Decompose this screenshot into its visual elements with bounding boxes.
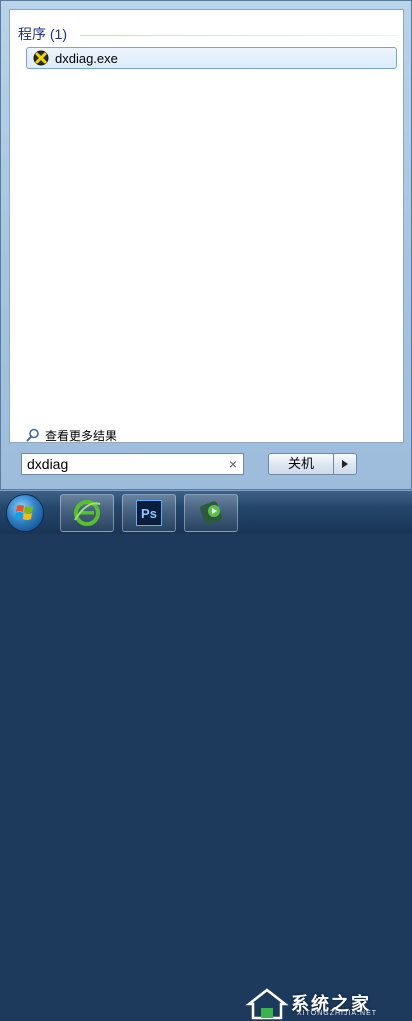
search-input[interactable]: [27, 456, 217, 472]
internet-explorer-icon: [74, 500, 101, 526]
photoshop-icon-text: Ps: [141, 505, 157, 521]
taskbar-ie-button[interactable]: [60, 494, 114, 532]
directx-icon: [33, 50, 49, 66]
taskbar-photoshop-button[interactable]: Ps: [122, 494, 176, 532]
photoshop-icon: Ps: [136, 500, 162, 526]
group-header-label: 程序 (1): [18, 26, 67, 42]
group-header-divider: [80, 35, 398, 36]
taskbar-app-button[interactable]: [184, 494, 238, 532]
result-item-dxdiag[interactable]: dxdiag.exe: [26, 47, 397, 69]
taskbar: Ps 系统之家 XITONGZHIJIA.NET: [0, 490, 412, 1020]
start-button[interactable]: [6, 494, 44, 532]
arrow-right-icon: [342, 460, 348, 468]
media-player-icon: [199, 501, 223, 525]
clear-search-icon[interactable]: ×: [229, 456, 237, 472]
result-item-label: dxdiag.exe: [55, 50, 118, 66]
search-results-panel: 程序 (1) dxdiag.exe 查看更多结果: [9, 9, 404, 443]
start-menu: 程序 (1) dxdiag.exe 查看更多结果 × 关机: [0, 0, 412, 490]
search-icon: [26, 428, 39, 442]
watermark: 系统之家 XITONGZHIJIA.NET: [245, 985, 410, 1021]
watermark-subtext: XITONGZHIJIA.NET: [297, 1010, 378, 1017]
house-logo-icon: [245, 988, 289, 1020]
windows-logo-icon: [15, 505, 33, 520]
results-group-header: 程序 (1): [18, 24, 398, 46]
shutdown-button[interactable]: 关机: [268, 453, 334, 475]
see-more-results-label: 查看更多结果: [45, 428, 118, 443]
see-more-results-link[interactable]: 查看更多结果: [26, 426, 117, 444]
shutdown-options-button[interactable]: [334, 453, 357, 475]
search-box[interactable]: ×: [21, 453, 244, 475]
